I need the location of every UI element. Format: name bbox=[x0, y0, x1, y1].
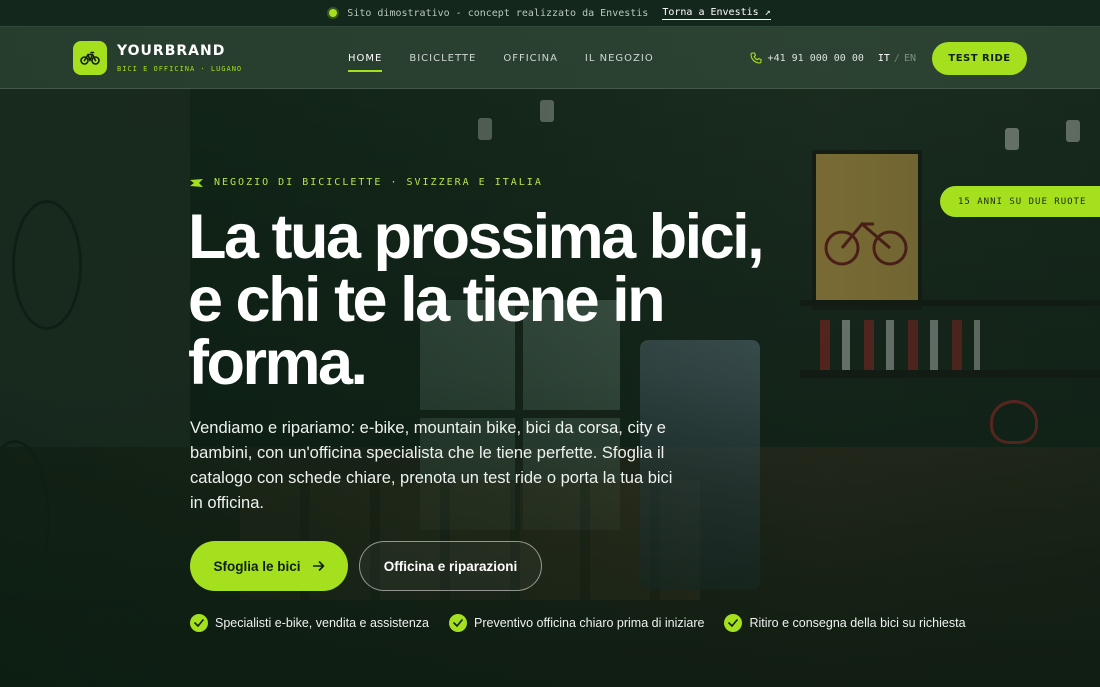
workshop-repairs-button[interactable]: Officina e riparazioni bbox=[359, 541, 542, 591]
check-icon bbox=[724, 614, 743, 632]
bicycle-icon bbox=[73, 41, 107, 75]
feature-text: Preventivo officina chiaro prima di iniz… bbox=[474, 616, 705, 630]
main-nav: HOME BICICLETTE OFFICINA IL NEGOZIO bbox=[348, 27, 654, 89]
check-icon bbox=[449, 614, 468, 632]
hero-eyebrow-text: NEGOZIO DI BICICLETTE · SVIZZERA E ITALI… bbox=[214, 177, 543, 188]
hero-description: Vendiamo e ripariamo: e-bike, mountain b… bbox=[190, 419, 673, 512]
nav-item-officina[interactable]: OFFICINA bbox=[503, 47, 558, 70]
hero-title-line-3: forma. bbox=[188, 328, 368, 398]
site-header: YOURBRAND BICI E OFFICINA · LUGANO HOME … bbox=[0, 27, 1100, 89]
demo-notice-text: Sito dimostrativo - concept realizzato d… bbox=[347, 7, 649, 19]
nav-item-il-negozio[interactable]: IL NEGOZIO bbox=[585, 47, 654, 70]
brand-tagline: BICI E OFFICINA · LUGANO bbox=[117, 65, 243, 73]
status-dot-icon bbox=[329, 9, 338, 17]
phone-icon bbox=[749, 52, 762, 64]
hero-title-line-1: La tua prossima bici, bbox=[188, 202, 765, 272]
check-icon bbox=[190, 614, 208, 632]
feature-text: Specialisti e-bike, vendita e assistenza bbox=[215, 616, 430, 630]
arrow-flag-icon bbox=[190, 178, 203, 187]
hero-title: La tua prossima bici, e chi te la tiene … bbox=[188, 206, 788, 395]
feature-list: Specialisti e-bike, vendita e assistenza… bbox=[190, 614, 966, 632]
phone-number: +41 91 000 00 00 bbox=[767, 52, 864, 64]
feature-item: Preventivo officina chiaro prima di iniz… bbox=[449, 614, 704, 632]
feature-item: Ritiro e consegna della bici su richiest… bbox=[724, 614, 966, 632]
hero-title-line-2: e chi te la tiene in bbox=[188, 265, 666, 335]
phone-link[interactable]: +41 91 000 00 00 bbox=[749, 52, 864, 64]
back-to-envestis-link[interactable]: Torna a Envestis ↗ bbox=[662, 7, 771, 20]
lang-en[interactable]: EN bbox=[904, 53, 916, 64]
lang-it[interactable]: IT bbox=[878, 53, 890, 64]
browse-bikes-label: Sfoglia le bici bbox=[213, 558, 301, 574]
header-tools: +41 91 000 00 00 IT / EN TEST RIDE bbox=[749, 27, 1027, 89]
nav-item-home[interactable]: HOME bbox=[348, 47, 383, 72]
hero-eyebrow: NEGOZIO DI BICICLETTE · SVIZZERA E ITALI… bbox=[190, 177, 543, 188]
demo-notice-bar: Sito dimostrativo - concept realizzato d… bbox=[0, 0, 1100, 27]
lang-separator: / bbox=[893, 52, 900, 64]
feature-text: Ritiro e consegna della bici su richiest… bbox=[749, 616, 966, 630]
brand-logo-link[interactable]: YOURBRAND BICI E OFFICINA · LUGANO bbox=[73, 41, 242, 75]
years-badge: 15 ANNI SU DUE RUOTE bbox=[940, 186, 1100, 217]
language-switcher: IT / EN bbox=[878, 53, 916, 64]
test-ride-button[interactable]: TEST RIDE bbox=[932, 41, 1027, 75]
nav-item-biciclette[interactable]: BICICLETTE bbox=[409, 47, 476, 70]
feature-item: Specialisti e-bike, vendita e assistenza bbox=[190, 614, 429, 632]
brand-name: YOURBRAND bbox=[117, 43, 226, 59]
browse-bikes-button[interactable]: Sfoglia le bici bbox=[190, 541, 348, 591]
arrow-right-icon bbox=[312, 561, 324, 571]
